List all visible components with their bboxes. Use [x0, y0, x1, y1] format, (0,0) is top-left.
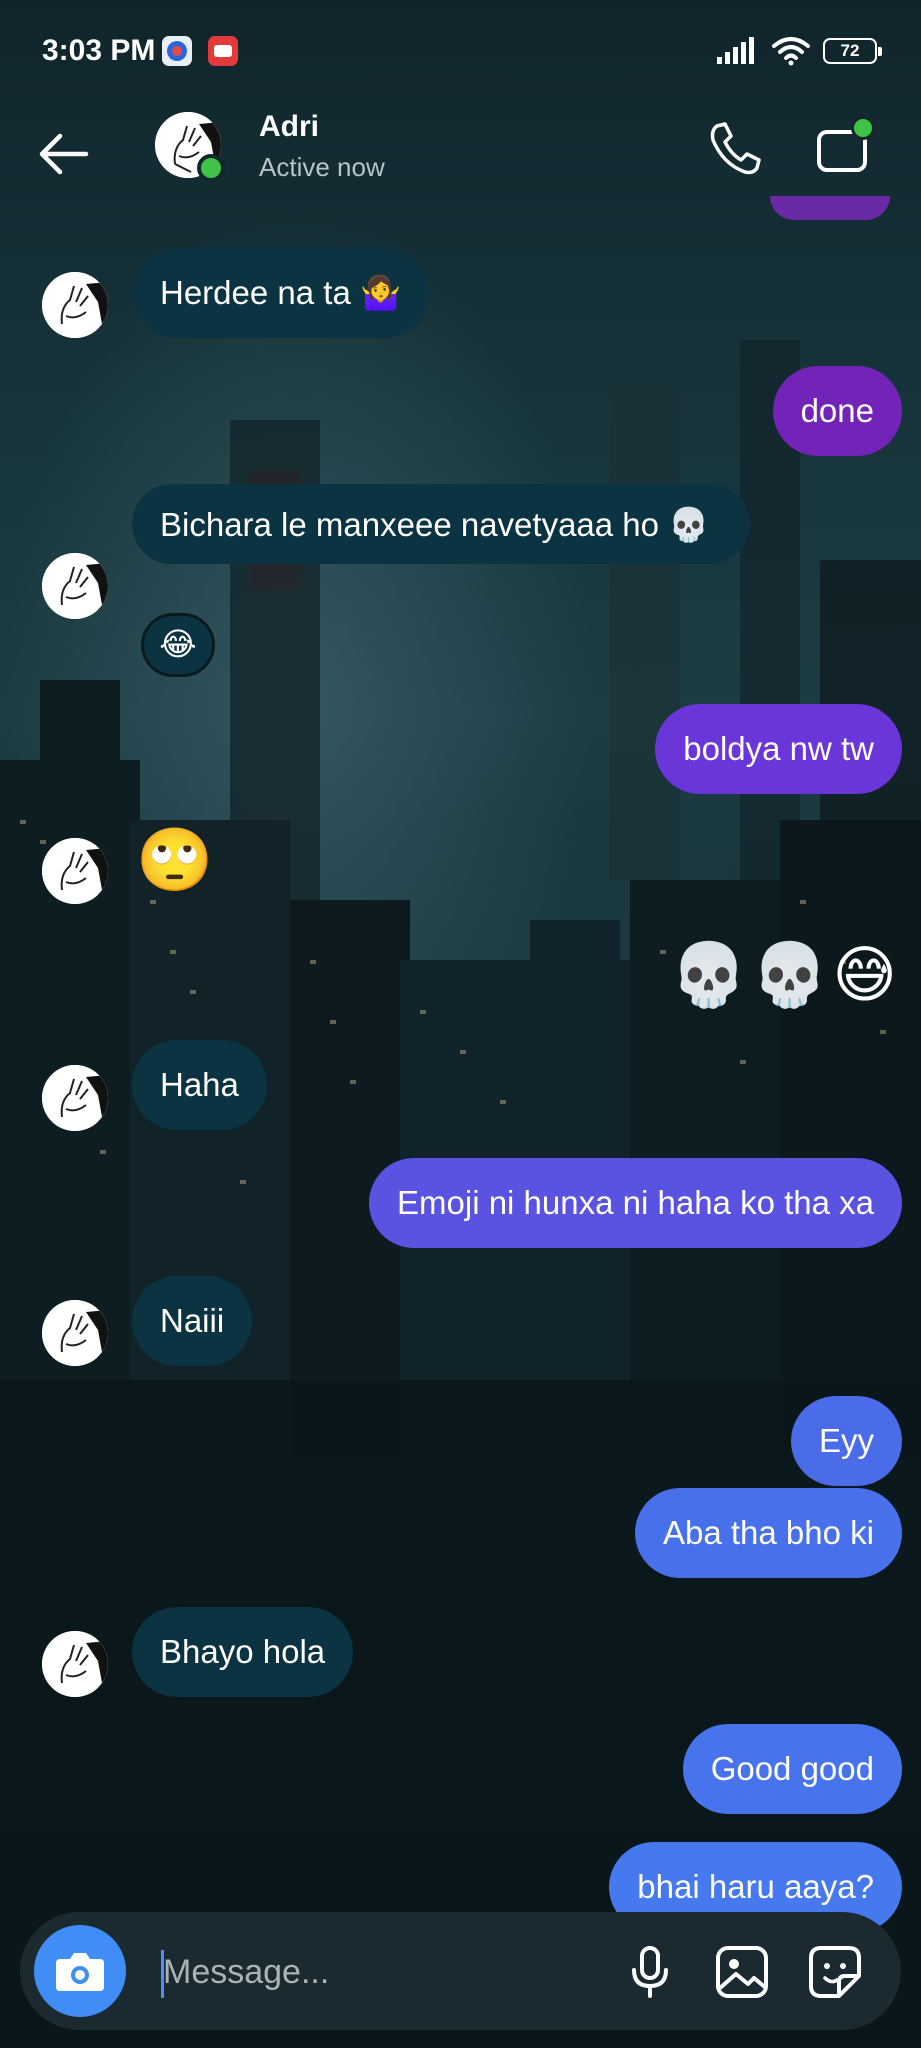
voice-call-button[interactable] — [703, 118, 765, 180]
status-bar: 3:03 PM 72 — [0, 0, 921, 100]
message-thread: Herdee na ta 🤷‍♀️ done Bichara le manxee… — [0, 0, 921, 2048]
incoming-message[interactable]: Bichara le manxeee navetyaaa ho 💀 — [132, 484, 750, 564]
sender-avatar[interactable] — [42, 838, 108, 904]
incoming-message[interactable]: Herdee na ta 🤷‍♀️ — [132, 248, 430, 338]
chat-header: Adri Active now — [0, 100, 921, 220]
notification-app-icon — [162, 36, 192, 66]
signal-icon — [717, 37, 754, 64]
sticker-button[interactable] — [803, 1940, 867, 2004]
incoming-emoji-message[interactable]: 🙄 — [136, 825, 213, 895]
notification-app-icon-2 — [208, 36, 238, 66]
wifi-icon — [772, 37, 810, 66]
status-time: 3:03 PM — [42, 34, 156, 67]
message-composer — [20, 1912, 901, 2030]
outgoing-message[interactable]: Eyy — [790, 1396, 902, 1486]
hand-sketch-avatar-icon — [42, 272, 108, 338]
online-indicator — [197, 154, 225, 182]
outgoing-emoji-message[interactable]: 💀💀😅 — [670, 940, 901, 1010]
sender-avatar[interactable] — [42, 1300, 108, 1366]
contact-status: Active now — [259, 152, 385, 182]
contact-name[interactable]: Adri — [259, 110, 319, 144]
phone-icon — [710, 122, 761, 175]
gallery-button[interactable] — [710, 1940, 774, 2004]
camera-icon — [56, 1953, 104, 1991]
message-input[interactable] — [163, 1942, 603, 2002]
video-active-indicator — [851, 116, 875, 140]
back-button[interactable] — [32, 122, 96, 186]
hand-sketch-avatar-icon — [42, 838, 108, 904]
outgoing-message[interactable]: Good good — [682, 1724, 902, 1814]
message-reaction[interactable]: 😂 — [141, 613, 215, 677]
incoming-message[interactable]: Naiii — [132, 1276, 253, 1366]
hand-sketch-avatar-icon — [42, 1300, 108, 1366]
incoming-message[interactable]: Haha — [132, 1040, 267, 1130]
hand-sketch-avatar-icon — [42, 1065, 108, 1131]
image-gallery-icon — [716, 1946, 768, 1998]
status-icons: 72 — [715, 36, 882, 66]
sender-avatar[interactable] — [42, 553, 108, 619]
voice-message-button[interactable] — [618, 1940, 682, 2004]
hand-sketch-avatar-icon — [42, 1631, 108, 1697]
hand-sketch-avatar-icon — [42, 553, 108, 619]
camera-button[interactable] — [34, 1925, 126, 2017]
sticker-icon — [809, 1946, 861, 1998]
outgoing-message[interactable]: boldya nw tw — [655, 704, 902, 794]
sender-avatar[interactable] — [42, 272, 108, 338]
sender-avatar[interactable] — [42, 1065, 108, 1131]
back-arrow-icon — [39, 133, 89, 175]
outgoing-message[interactable]: Emoji ni hunxa ni haha ko tha xa — [369, 1158, 902, 1248]
outgoing-message[interactable]: done — [772, 366, 902, 456]
outgoing-message[interactable]: Aba tha bho ki — [635, 1488, 902, 1578]
battery-indicator: 72 — [823, 38, 882, 64]
incoming-message[interactable]: Bhayo hola — [132, 1607, 354, 1697]
microphone-icon — [632, 1946, 668, 1998]
sender-avatar[interactable] — [42, 1631, 108, 1697]
